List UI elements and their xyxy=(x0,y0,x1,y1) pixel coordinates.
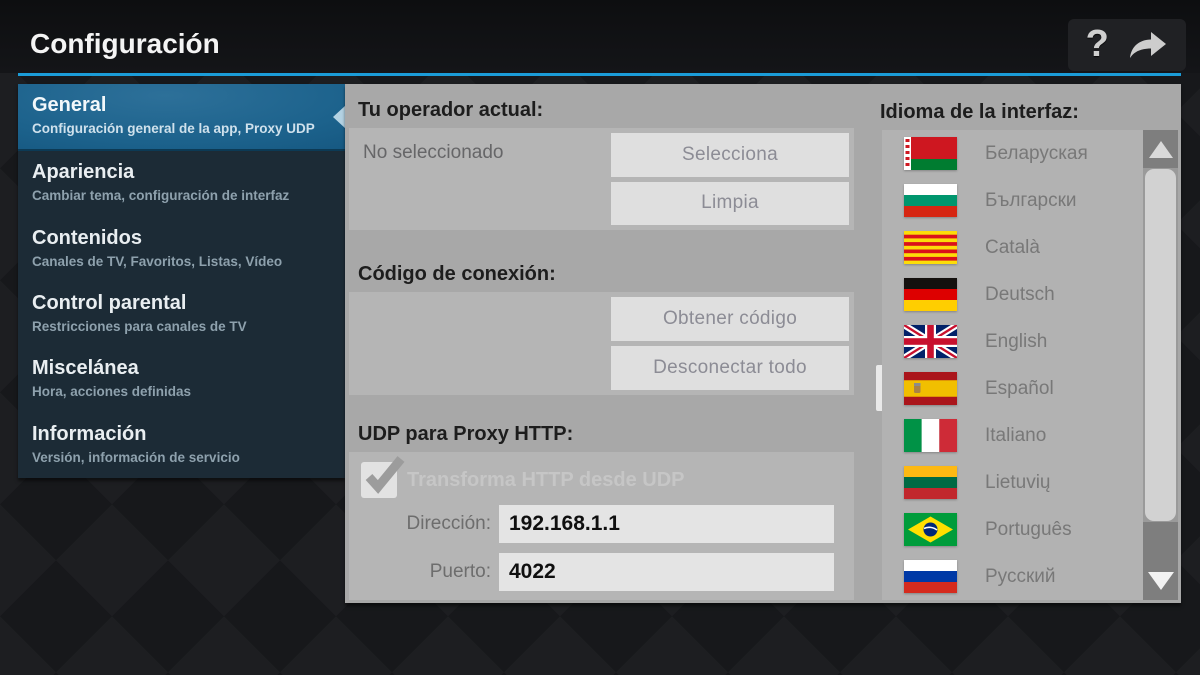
flag-lithuania-icon xyxy=(904,466,957,499)
language-item-portuguese[interactable]: Português xyxy=(882,506,1143,553)
sidebar-item-label: Apariencia xyxy=(32,161,135,184)
scroll-up-button[interactable] xyxy=(1143,130,1178,168)
page-title: Configuración xyxy=(30,28,220,59)
main-panel: Tu operador actual: No seleccionado Sele… xyxy=(345,84,1181,603)
sidebar-item-subtitle: Restricciones para canales de TV xyxy=(32,318,247,334)
flag-germany-icon xyxy=(904,278,957,311)
language-item-german[interactable]: Deutsch xyxy=(882,271,1143,318)
sidebar-item-contenidos[interactable]: Contenidos Canales de TV, Favoritos, Lis… xyxy=(18,217,345,282)
flag-spain-icon xyxy=(904,372,957,405)
share-icon[interactable] xyxy=(1126,30,1168,60)
language-item-italian[interactable]: Italiano xyxy=(882,412,1143,459)
udp-section-title: UDP para Proxy HTTP: xyxy=(358,423,574,445)
sidebar-item-label: Contenidos xyxy=(32,226,142,249)
sidebar-item-subtitle: Configuración general de la app, Proxy U… xyxy=(32,121,315,136)
sidebar-item-subtitle: Cambiar tema, configuración de interfaz xyxy=(32,188,290,204)
flag-united-kingdom-icon xyxy=(904,325,957,358)
sidebar-item-label: Control parental xyxy=(32,291,187,314)
connection-section-title: Código de conexión: xyxy=(358,263,556,285)
language-item-russian[interactable]: Русский xyxy=(882,553,1143,600)
language-item-catalan[interactable]: Català xyxy=(882,224,1143,271)
header-bar: Configuración ? xyxy=(0,0,1200,73)
flag-russia-icon xyxy=(904,560,957,593)
language-item-english[interactable]: English xyxy=(882,318,1143,365)
flag-bulgaria-icon xyxy=(904,184,957,217)
port-label: Puerto: xyxy=(429,561,491,582)
sidebar-item-label: General xyxy=(32,94,107,116)
scrollbar-thumb[interactable] xyxy=(1145,169,1176,521)
select-operator-button[interactable]: Selecciona xyxy=(611,133,849,177)
sidebar-item-label: Miscelánea xyxy=(32,357,139,380)
sidebar-item-label: Información xyxy=(32,422,147,445)
operator-section-title: Tu operador actual: xyxy=(358,99,544,121)
disconnect-all-button[interactable]: Desconectar todo xyxy=(611,346,849,390)
scroll-down-button[interactable] xyxy=(1143,522,1178,600)
sidebar-item-control-parental[interactable]: Control parental Restricciones para cana… xyxy=(18,282,345,347)
sidebar-item-miscelanea[interactable]: Miscelánea Hora, acciones definidas xyxy=(18,347,345,412)
port-input[interactable] xyxy=(499,553,834,591)
language-item-lithuanian[interactable]: Lietuvių xyxy=(882,459,1143,506)
sidebar-item-informacion[interactable]: Información Versión, información de serv… xyxy=(18,413,345,478)
operator-status: No seleccionado xyxy=(363,142,504,163)
sidebar-item-subtitle: Canales de TV, Favoritos, Listas, Vídeo xyxy=(32,253,283,269)
connection-section-panel: Obtener código Desconectar todo xyxy=(349,292,854,395)
flag-brazil-icon xyxy=(904,513,957,546)
transform-http-checkbox[interactable] xyxy=(361,456,405,498)
address-input[interactable] xyxy=(499,505,834,543)
language-scrollbar[interactable] xyxy=(1143,130,1178,600)
checkmark-icon xyxy=(365,456,405,494)
language-section-title: Idioma de la interfaz: xyxy=(880,101,1079,123)
sidebar-item-subtitle: Hora, acciones definidas xyxy=(32,384,192,400)
flag-belarus-icon xyxy=(904,137,957,170)
scroll-down-icon xyxy=(1147,572,1174,590)
language-list: Беларуская Български Català Deutsch Engl… xyxy=(882,130,1143,600)
get-code-button[interactable]: Obtener código xyxy=(611,297,849,341)
language-item-bulgarian[interactable]: Български xyxy=(882,177,1143,224)
udp-section-panel: Transforma HTTP desde UDP Dirección: Pue… xyxy=(349,452,854,600)
flag-catalonia-icon xyxy=(904,231,957,264)
sidebar-item-general[interactable]: General Configuración general de la app,… xyxy=(18,84,346,152)
sidebar-item-subtitle: Versión, información de servicio xyxy=(32,449,240,465)
sidebar-item-apariencia[interactable]: Apariencia Cambiar tema, configuración d… xyxy=(18,151,345,216)
operator-section-panel: No seleccionado Selecciona Limpia xyxy=(349,128,854,230)
address-label: Dirección: xyxy=(406,513,491,534)
language-item-spanish[interactable]: Español xyxy=(882,365,1143,412)
transform-http-label: Transforma HTTP desde UDP xyxy=(407,469,685,491)
help-icon[interactable]: ? xyxy=(1086,25,1109,63)
scroll-up-icon xyxy=(1148,140,1173,158)
sidebar: General Configuración general de la app,… xyxy=(18,84,346,478)
flag-italy-icon xyxy=(904,419,957,452)
header-icon-box: ? xyxy=(1068,19,1186,71)
language-item-belarusian[interactable]: Беларуская xyxy=(882,130,1143,177)
clear-operator-button[interactable]: Limpia xyxy=(611,181,849,225)
header-accent-line xyxy=(18,73,1181,76)
